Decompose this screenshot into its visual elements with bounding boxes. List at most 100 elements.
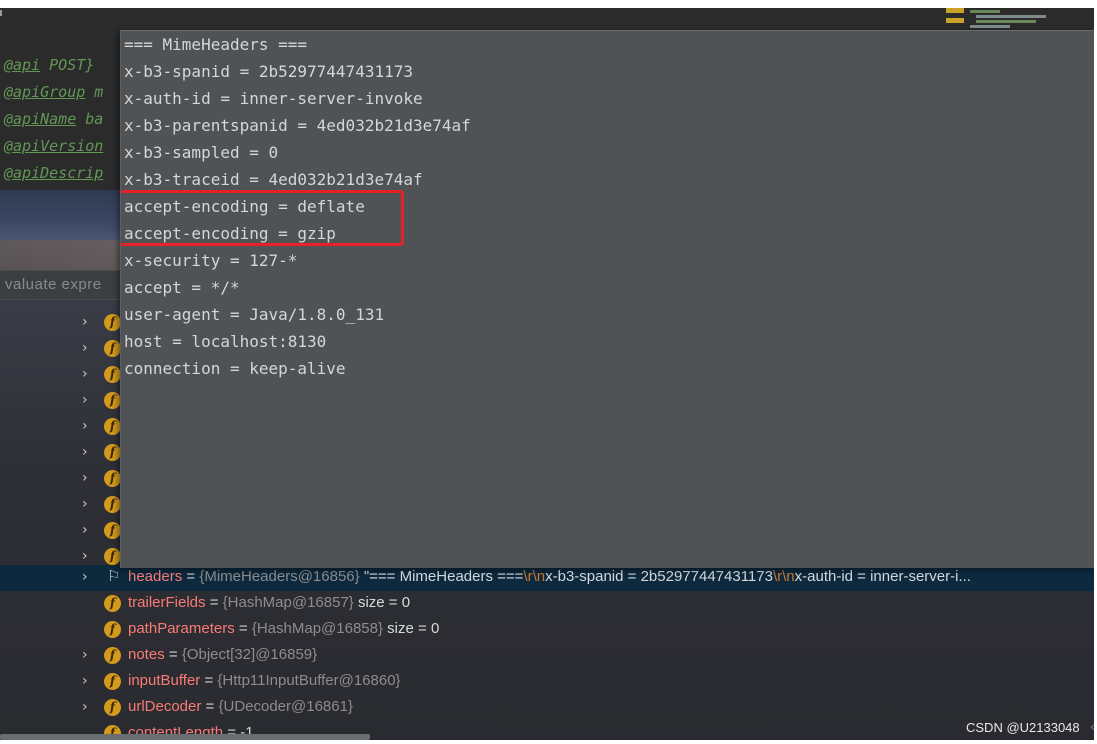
field-icon: f [104, 392, 121, 409]
field-icon: f [104, 444, 121, 461]
annotation-tag: @apiVersion [4, 137, 104, 155]
minimap-marker [946, 8, 964, 13]
chevron-right-icon[interactable]: › [82, 699, 88, 715]
popup-line: x-b3-parentspanid = 4ed032b21d3e74af [124, 116, 471, 135]
chevron-right-icon[interactable]: › [82, 340, 88, 356]
tree-row[interactable]: › f [82, 518, 122, 544]
javadoc-line: @apiDescrip [4, 160, 103, 186]
popup-line: x-auth-id = inner-server-invoke [124, 89, 423, 108]
tree-row-path-parameters[interactable]: f pathParameters = {HashMap@16858} size … [0, 617, 1094, 643]
minimap-line [976, 15, 1046, 18]
annotation-tag: @apiDescrip [4, 164, 104, 182]
type-reference: {HashMap@16857} [222, 594, 358, 611]
popup-line: x-b3-spanid = 2b52977447431173 [124, 62, 413, 81]
tree-row[interactable]: › f [82, 310, 122, 336]
tree-row-trailer-fields[interactable]: f trailerFields = {HashMap@16857} size =… [0, 591, 1094, 617]
size-value: size = 0 [387, 620, 440, 637]
value-tooltip-popup: === MimeHeaders === x-b3-spanid = 2b5297… [120, 30, 1094, 568]
string-value: x-auth-id = inner-server-i... [794, 568, 971, 585]
equals-sign: = [205, 594, 223, 611]
tree-row[interactable]: › f [82, 414, 122, 440]
field-icon: f [104, 699, 121, 716]
field-icon: f [104, 647, 121, 664]
variable-name: urlDecoder [128, 698, 202, 715]
tree-row-input-buffer[interactable]: › f inputBuffer = {Http11InputBuffer@168… [0, 669, 1094, 695]
flag-icon: ⚐ [107, 568, 121, 585]
type-reference: {Object[32]@16859} [181, 646, 318, 663]
escape-sequence: \r\n [523, 568, 546, 585]
annotation-value: ba [76, 110, 104, 128]
javadoc-line: @apiName ba [4, 106, 103, 132]
tree-row[interactable]: › f [82, 466, 122, 492]
evaluate-expression-input[interactable]: valuate expre [5, 276, 102, 293]
equals-sign: = [234, 620, 252, 637]
horizontal-scrollbar[interactable] [0, 734, 370, 740]
variable-name: notes [128, 646, 165, 663]
tree-row-url-decoder[interactable]: › f urlDecoder = {UDecoder@16861} [0, 695, 1094, 721]
tree-row[interactable]: › f [82, 336, 122, 362]
type-reference: {MimeHeaders@16856} [199, 568, 364, 585]
popup-line: host = localhost:8130 [124, 332, 327, 351]
field-icon: f [104, 673, 121, 690]
highlight-annotation-box [121, 190, 404, 246]
chevron-right-icon[interactable]: › [82, 548, 88, 564]
chevron-left-icon: ‹ [1090, 720, 1095, 734]
popup-line: user-agent = Java/1.8.0_131 [124, 305, 385, 324]
javadoc-line: @apiVersion [4, 133, 103, 159]
chevron-right-icon[interactable]: › [82, 496, 88, 512]
escape-sequence: \r\n [772, 568, 795, 585]
editor-caret [0, 10, 2, 16]
tree-row[interactable]: › f [82, 492, 122, 518]
chevron-right-icon[interactable]: › [82, 470, 88, 486]
minimap [946, 8, 1094, 30]
chevron-right-icon[interactable]: › [82, 392, 88, 408]
annotation-tag: @apiName [4, 110, 77, 128]
tree-row[interactable]: › f [82, 440, 122, 466]
chevron-right-icon[interactable]: › [82, 673, 88, 689]
equals-sign: = [182, 568, 200, 585]
chevron-right-icon[interactable]: › [82, 418, 88, 434]
tree-row[interactable]: › f [82, 388, 122, 414]
minimap-line [970, 10, 1000, 13]
variable-text: urlDecoder = {UDecoder@16861} [128, 698, 353, 715]
chevron-right-icon[interactable]: › [82, 314, 88, 330]
size-value: size = 0 [357, 594, 411, 611]
field-icon: f [104, 340, 121, 357]
field-icon: f [104, 548, 121, 565]
popup-line: x-b3-sampled = 0 [124, 143, 279, 162]
ide-window: @api POST} @apiGroup m @apiName ba @apiV… [0, 8, 1094, 740]
variable-name: pathParameters [128, 620, 235, 637]
variable-text: inputBuffer = {Http11InputBuffer@16860} [128, 672, 401, 689]
javadoc-line: @apiGroup m [4, 79, 103, 105]
field-icon: f [104, 621, 121, 638]
minimap-line [976, 20, 1036, 23]
chevron-right-icon[interactable]: › [82, 522, 88, 538]
field-icon: f [104, 470, 121, 487]
type-reference: {Http11InputBuffer@16860} [217, 672, 401, 689]
variable-name: headers [128, 568, 183, 585]
tree-row-headers[interactable]: › ⚐ headers = {MimeHeaders@16856} "=== M… [0, 565, 1094, 591]
field-icon: f [104, 522, 121, 539]
chevron-right-icon[interactable]: › [82, 366, 88, 382]
tree-row[interactable]: › f [82, 362, 122, 388]
string-value: "=== MimeHeaders === [363, 568, 524, 585]
popup-line: === MimeHeaders === [124, 35, 308, 54]
chevron-right-icon[interactable]: › [82, 647, 88, 663]
popup-line: x-b3-traceid = 4ed032b21d3e74af [124, 170, 423, 189]
annotation-value: m [85, 83, 104, 101]
minimap-marker [946, 18, 964, 23]
type-reference: {HashMap@16858} [251, 620, 388, 637]
chevron-right-icon[interactable]: › [82, 444, 88, 460]
chevron-right-icon[interactable]: › [82, 569, 88, 585]
variable-text: headers = {MimeHeaders@16856} "=== MimeH… [128, 568, 971, 585]
variable-name: trailerFields [128, 594, 206, 611]
type-reference: {UDecoder@16861} [218, 698, 353, 715]
field-icon: f [104, 595, 121, 612]
variable-text: pathParameters = {HashMap@16858} size = … [128, 620, 439, 637]
variable-text: notes = {Object[32]@16859} [128, 646, 317, 663]
minimap-line [970, 25, 1010, 28]
watermark: CSDN @U2133048 [966, 720, 1080, 735]
annotation-tag: @api [4, 56, 41, 74]
tree-row-notes[interactable]: › f notes = {Object[32]@16859} [0, 643, 1094, 669]
popup-line: connection = keep-alive [124, 359, 346, 378]
